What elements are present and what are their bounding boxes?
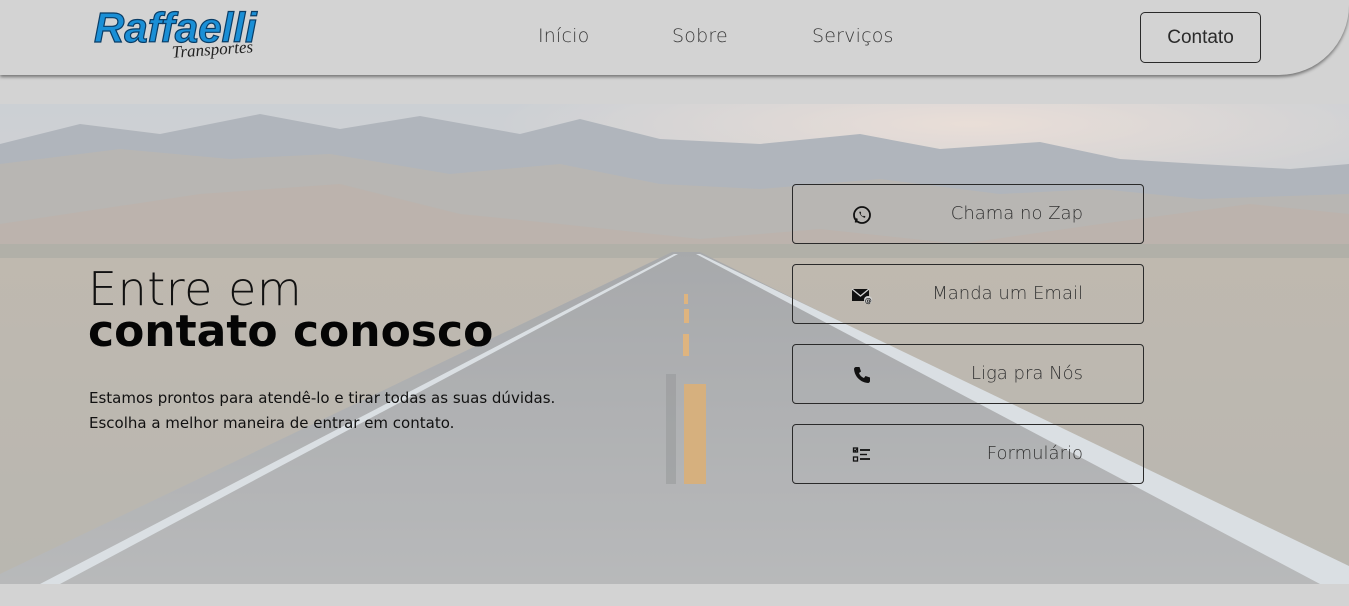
navbar: Raffaelli Transportes Início Sobre Servi… — [0, 0, 1349, 75]
hero-description-line2: Escolha a melhor maneira de entrar em co… — [89, 414, 455, 432]
nav-link-inicio[interactable]: Início — [538, 25, 589, 47]
email-icon: @ — [851, 284, 873, 306]
whatsapp-contact-label: Chama no Zap — [950, 203, 1083, 224]
phone-contact-label: Liga pra Nós — [970, 363, 1083, 384]
hero-description: Estamos prontos para atendê-lo e tirar t… — [89, 386, 629, 436]
form-contact-button[interactable]: Formulário — [792, 424, 1144, 484]
whatsapp-contact-button[interactable]: Chama no Zap — [792, 184, 1144, 244]
nav-link-sobre[interactable]: Sobre — [672, 25, 728, 47]
hero-description-line1: Estamos prontos para atendê-lo e tirar t… — [89, 389, 556, 407]
email-contact-button[interactable]: @ Manda um Email — [792, 264, 1144, 324]
hero-title-bold: contato conosco — [88, 306, 494, 357]
brand-logo[interactable]: Raffaelli Transportes — [92, 2, 287, 62]
whatsapp-icon — [851, 204, 873, 226]
phone-contact-button[interactable]: Liga pra Nós — [792, 344, 1144, 404]
phone-icon — [851, 364, 873, 386]
contact-nav-button[interactable]: Contato — [1140, 12, 1261, 63]
checklist-icon — [851, 444, 873, 466]
form-contact-label: Formulário — [986, 443, 1083, 464]
svg-text:@: @ — [865, 297, 872, 305]
nav-link-servicos[interactable]: Serviços — [812, 25, 894, 47]
email-contact-label: Manda um Email — [932, 283, 1083, 304]
raffaelli-logo-icon: Raffaelli Transportes — [93, 3, 258, 61]
